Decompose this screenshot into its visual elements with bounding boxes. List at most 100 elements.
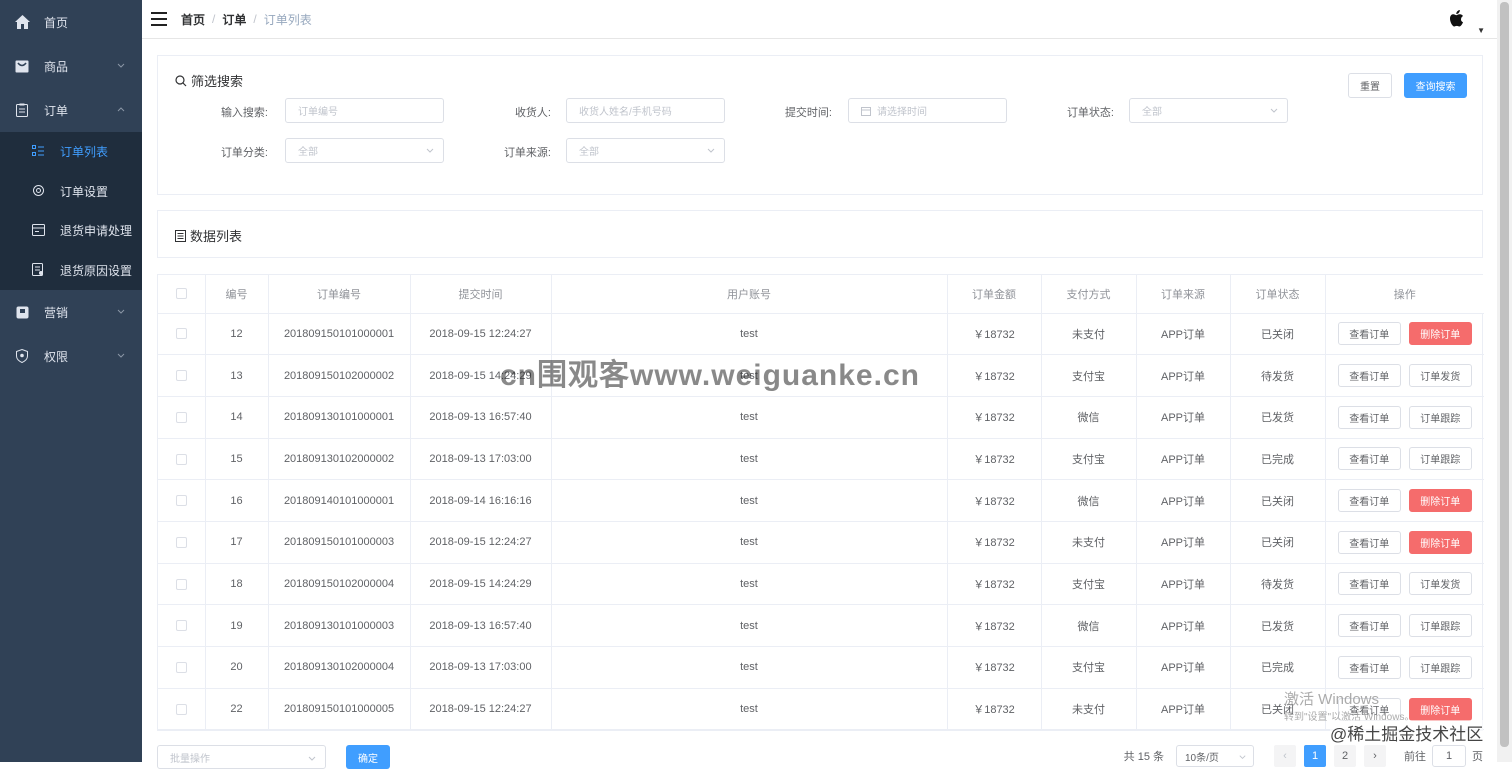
view-order-button[interactable]: 查看订单 xyxy=(1337,530,1401,554)
operation-cell: 查看订单 删除订单 xyxy=(1325,521,1484,564)
breadcrumb-order[interactable]: 订单 xyxy=(222,11,246,28)
source-select[interactable]: 全部 xyxy=(566,138,725,163)
sidebar-item-permission[interactable]: 权限 xyxy=(0,334,142,378)
sidebar-item-order-list[interactable]: 订单列表 xyxy=(0,132,142,172)
page-button[interactable]: 2 xyxy=(1334,745,1356,767)
breadcrumb-home[interactable]: 首页 xyxy=(181,11,205,28)
table-row: 16 201809140101000001 2018-09-14 16:16:16 t… xyxy=(158,479,1484,522)
select-all-checkbox[interactable] xyxy=(175,288,187,300)
row-select-cell[interactable] xyxy=(158,646,206,689)
apple-icon[interactable] xyxy=(1447,8,1469,30)
view-order-button[interactable]: 查看订单 xyxy=(1337,405,1401,429)
row-checkbox[interactable] xyxy=(175,328,187,340)
prev-page-button[interactable]: ‹ xyxy=(1274,745,1296,767)
caret-down-icon[interactable]: ▼ xyxy=(1477,26,1485,35)
row-checkbox[interactable] xyxy=(175,661,187,673)
user-account-cell: test xyxy=(551,479,948,522)
submit-time-cell: 2018-09-15 12:24:27 xyxy=(410,688,552,731)
delete-order-button[interactable]: 删除订单 xyxy=(1408,697,1472,721)
next-page-button[interactable]: › xyxy=(1364,745,1386,767)
row-checkbox[interactable] xyxy=(175,620,187,632)
pay-type-cell: 未支付 xyxy=(1041,521,1137,564)
view-order-button[interactable]: 查看订单 xyxy=(1337,614,1401,638)
submit-time-cell: 2018-09-13 17:03:00 xyxy=(410,438,552,481)
order-sn-cell: 201809150101000003 xyxy=(268,521,411,564)
order-submenu: 订单列表 订单设置 退货申请处理 退货原因设置 xyxy=(0,132,142,290)
order-action-button[interactable]: 订单跟踪 xyxy=(1408,655,1472,679)
confirm-button[interactable]: 确定 xyxy=(346,745,390,769)
sidebar-item-order[interactable]: 订单 xyxy=(0,88,142,132)
view-order-button[interactable]: 查看订单 xyxy=(1337,572,1401,596)
hamburger-menu-icon[interactable] xyxy=(151,12,167,26)
delete-order-button[interactable]: 删除订单 xyxy=(1408,322,1472,346)
order-source-cell: APP订单 xyxy=(1136,521,1231,564)
row-select-cell[interactable] xyxy=(158,479,206,522)
search-button[interactable]: 查询搜索 xyxy=(1404,73,1467,98)
table-row: 15 201809130102000002 2018-09-13 17:03:00 t… xyxy=(158,438,1484,481)
status-select[interactable]: 全部 xyxy=(1129,98,1288,123)
row-checkbox[interactable] xyxy=(175,703,187,715)
order-sn-input[interactable]: 订单编号 xyxy=(285,98,444,123)
view-order-button[interactable]: 查看订单 xyxy=(1337,489,1401,513)
row-checkbox[interactable] xyxy=(175,536,187,548)
row-select-cell[interactable] xyxy=(158,354,206,397)
category-select[interactable]: 全部 xyxy=(285,138,444,163)
order-sn-cell: 201809130101000001 xyxy=(268,396,411,439)
keyword-label: 输入搜索: xyxy=(220,107,268,119)
sidebar-item-marketing[interactable]: 营销 xyxy=(0,290,142,334)
operation-cell: 查看订单 订单跟踪 xyxy=(1325,646,1484,689)
view-order-button[interactable]: 查看订单 xyxy=(1337,447,1401,471)
user-account-cell: test xyxy=(551,604,948,647)
row-select-cell[interactable] xyxy=(158,396,206,439)
vertical-scrollbar[interactable] xyxy=(1497,0,1512,762)
row-checkbox[interactable] xyxy=(175,370,187,382)
order-source-cell: APP订单 xyxy=(1136,354,1231,397)
sidebar-item-return-reason[interactable]: 退货原因设置 xyxy=(0,251,142,291)
view-order-button[interactable]: 查看订单 xyxy=(1337,364,1401,388)
pay-type-cell: 微信 xyxy=(1041,479,1137,522)
row-checkbox[interactable] xyxy=(175,411,187,423)
row-checkbox[interactable] xyxy=(175,495,187,507)
date-picker[interactable]: 请选择时间 xyxy=(848,98,1007,123)
row-select-cell[interactable] xyxy=(158,438,206,481)
sidebar-item-home[interactable]: 首页 xyxy=(0,0,142,44)
goto-page-input[interactable]: 1 xyxy=(1432,745,1466,767)
operation-cell: 查看订单 订单发货 xyxy=(1325,563,1484,606)
view-order-button[interactable]: 查看订单 xyxy=(1337,322,1401,346)
page-button[interactable]: 1 xyxy=(1304,745,1326,767)
delete-order-button[interactable]: 删除订单 xyxy=(1408,489,1472,513)
view-order-button[interactable]: 查看订单 xyxy=(1337,655,1401,679)
sidebar-item-return-apply[interactable]: 退货申请处理 xyxy=(0,211,142,251)
row-checkbox[interactable] xyxy=(175,578,187,590)
sidebar-item-order-settings[interactable]: 订单设置 xyxy=(0,172,142,212)
row-checkbox[interactable] xyxy=(175,453,187,465)
sidebar-sub-label: 退货原因设置 xyxy=(60,263,133,278)
order-action-button[interactable]: 订单跟踪 xyxy=(1408,405,1472,429)
submit-time-cell: 2018-09-15 12:24:27 xyxy=(410,521,552,564)
order-amount-cell: ￥18732 xyxy=(947,354,1042,397)
reset-button[interactable]: 重置 xyxy=(1348,73,1392,98)
user-account-cell: test xyxy=(551,313,948,356)
row-select-cell[interactable] xyxy=(158,521,206,564)
chevron-down-icon xyxy=(1270,108,1278,113)
delete-order-button[interactable]: 删除订单 xyxy=(1408,530,1472,554)
submit-time-cell: 2018-09-15 12:24:27 xyxy=(410,313,552,356)
row-select-cell[interactable] xyxy=(158,604,206,647)
order-action-button[interactable]: 订单发货 xyxy=(1408,364,1472,388)
row-select-cell[interactable] xyxy=(158,688,206,731)
chevron-down-icon xyxy=(116,350,126,364)
batch-action-select[interactable]: 批量操作 xyxy=(157,745,326,769)
order-action-button[interactable]: 订单跟踪 xyxy=(1408,447,1472,471)
order-action-button[interactable]: 订单跟踪 xyxy=(1408,614,1472,638)
row-select-cell[interactable] xyxy=(158,563,206,606)
column-header: 支付方式 xyxy=(1041,275,1137,314)
row-select-cell[interactable] xyxy=(158,313,206,356)
receiver-input[interactable]: 收货人姓名/手机号码 xyxy=(566,98,725,123)
order-action-button[interactable]: 订单发货 xyxy=(1408,572,1472,596)
category-label: 订单分类: xyxy=(220,147,268,159)
scrollbar-thumb[interactable] xyxy=(1500,2,1509,747)
sidebar-item-product[interactable]: 商品 xyxy=(0,44,142,88)
page-size-select[interactable]: 10条/页 xyxy=(1176,745,1254,767)
table-row: 19 201809130101000003 2018-09-13 16:57:40 t… xyxy=(158,604,1484,647)
select-all-cell[interactable] xyxy=(158,275,206,314)
